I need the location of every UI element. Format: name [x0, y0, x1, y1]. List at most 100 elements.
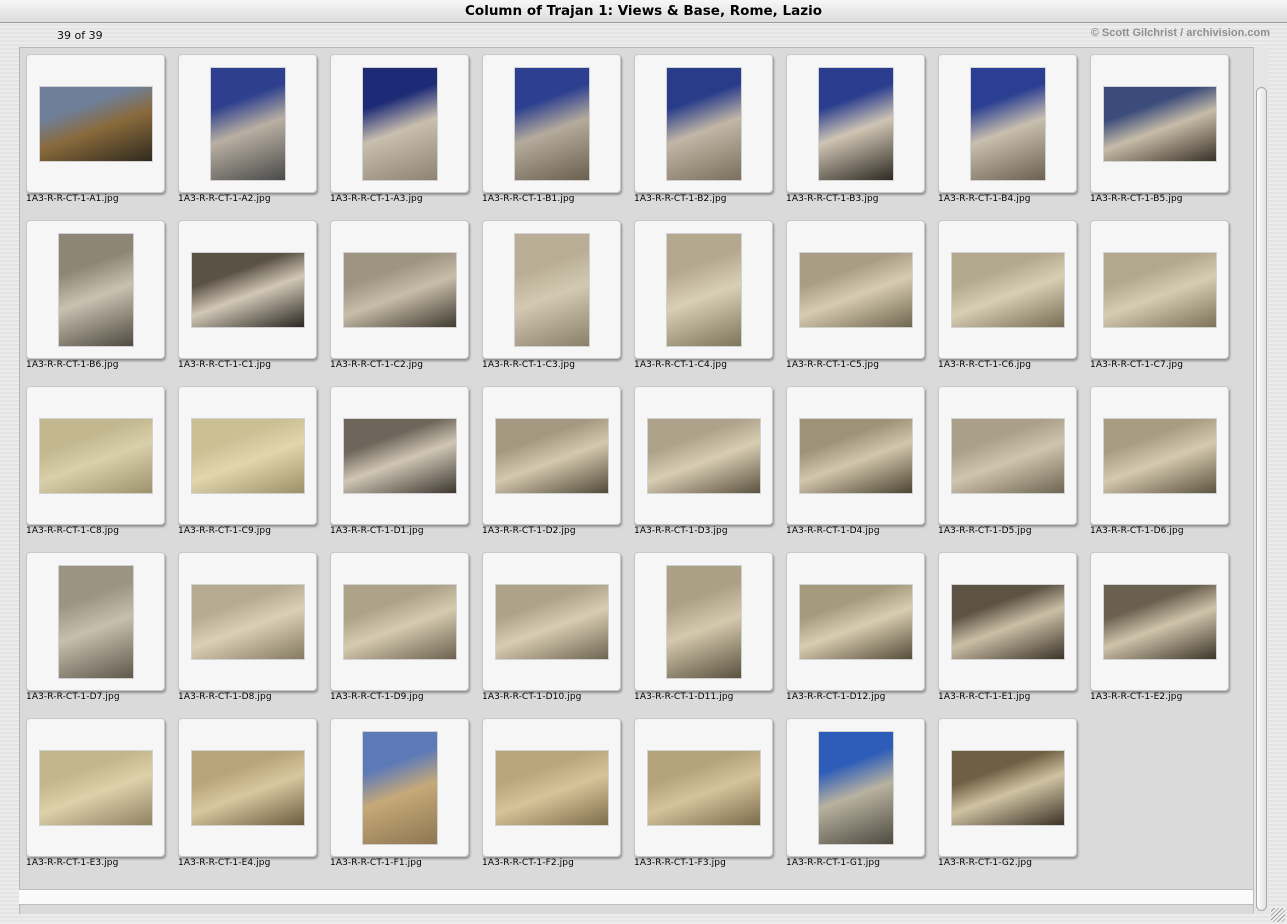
- thumbnail-image[interactable]: [1104, 253, 1216, 327]
- thumbnail-cell[interactable]: 1A3-R-R-CT-1-E3.jpg: [26, 718, 166, 878]
- thumbnail-image[interactable]: [40, 87, 152, 161]
- thumbnail-image[interactable]: [192, 585, 304, 659]
- thumbnail-cell[interactable]: 1A3-R-R-CT-1-D3.jpg: [634, 386, 774, 546]
- thumbnail-image[interactable]: [515, 234, 589, 346]
- thumbnail-cell[interactable]: 1A3-R-R-CT-1-D11.jpg: [634, 552, 774, 712]
- thumbnail-cell[interactable]: 1A3-R-R-CT-1-C9.jpg: [178, 386, 318, 546]
- vertical-scrollbar[interactable]: [1253, 47, 1269, 913]
- thumbnail-image[interactable]: [59, 566, 133, 678]
- thumbnail-cell[interactable]: 1A3-R-R-CT-1-C2.jpg: [330, 220, 470, 380]
- slide-mount[interactable]: [1090, 54, 1229, 193]
- slide-mount[interactable]: [634, 386, 773, 525]
- thumbnail-image[interactable]: [192, 419, 304, 493]
- slide-mount[interactable]: [634, 552, 773, 691]
- slide-mount[interactable]: [26, 718, 165, 857]
- slide-mount[interactable]: [26, 552, 165, 691]
- thumbnail-cell[interactable]: 1A3-R-R-CT-1-B5.jpg: [1090, 54, 1230, 214]
- thumbnail-cell[interactable]: 1A3-R-R-CT-1-D12.jpg: [786, 552, 926, 712]
- thumbnail-image[interactable]: [344, 253, 456, 327]
- thumbnail-image[interactable]: [192, 751, 304, 825]
- thumbnail-image[interactable]: [952, 751, 1064, 825]
- thumbnail-cell[interactable]: 1A3-R-R-CT-1-D7.jpg: [26, 552, 166, 712]
- thumbnail-image[interactable]: [363, 732, 437, 844]
- slide-mount[interactable]: [178, 718, 317, 857]
- thumbnail-image[interactable]: [1104, 87, 1216, 161]
- resize-grip-icon[interactable]: [1271, 908, 1285, 922]
- slide-mount[interactable]: [26, 220, 165, 359]
- thumbnail-image[interactable]: [819, 732, 893, 844]
- thumbnail-image[interactable]: [515, 68, 589, 180]
- slide-mount[interactable]: [330, 552, 469, 691]
- thumbnail-cell[interactable]: 1A3-R-R-CT-1-C1.jpg: [178, 220, 318, 380]
- slide-mount[interactable]: [634, 718, 773, 857]
- slide-mount[interactable]: [482, 552, 621, 691]
- thumbnail-image[interactable]: [800, 253, 912, 327]
- thumbnail-image[interactable]: [1104, 585, 1216, 659]
- slide-mount[interactable]: [482, 54, 621, 193]
- thumbnail-image[interactable]: [40, 751, 152, 825]
- slide-mount[interactable]: [482, 386, 621, 525]
- thumbnail-cell[interactable]: 1A3-R-R-CT-1-B1.jpg: [482, 54, 622, 214]
- slide-mount[interactable]: [178, 54, 317, 193]
- thumbnail-cell[interactable]: 1A3-R-R-CT-1-B4.jpg: [938, 54, 1078, 214]
- slide-mount[interactable]: [786, 54, 925, 193]
- thumbnail-cell[interactable]: 1A3-R-R-CT-1-C4.jpg: [634, 220, 774, 380]
- thumbnail-image[interactable]: [952, 419, 1064, 493]
- thumbnail-image[interactable]: [496, 585, 608, 659]
- thumbnail-cell[interactable]: 1A3-R-R-CT-1-D4.jpg: [786, 386, 926, 546]
- horizontal-scrollbar[interactable]: [19, 889, 1253, 905]
- thumbnail-image[interactable]: [648, 419, 760, 493]
- thumbnail-image[interactable]: [800, 419, 912, 493]
- thumbnail-image[interactable]: [363, 68, 437, 180]
- slide-mount[interactable]: [1090, 552, 1229, 691]
- slide-mount[interactable]: [26, 54, 165, 193]
- thumbnail-cell[interactable]: 1A3-R-R-CT-1-F2.jpg: [482, 718, 622, 878]
- slide-mount[interactable]: [330, 220, 469, 359]
- slide-mount[interactable]: [938, 386, 1077, 525]
- slide-mount[interactable]: [482, 718, 621, 857]
- slide-mount[interactable]: [178, 552, 317, 691]
- thumbnail-image[interactable]: [667, 566, 741, 678]
- thumbnail-cell[interactable]: 1A3-R-R-CT-1-D5.jpg: [938, 386, 1078, 546]
- thumbnail-cell[interactable]: 1A3-R-R-CT-1-F3.jpg: [634, 718, 774, 878]
- thumbnail-cell[interactable]: 1A3-R-R-CT-1-E1.jpg: [938, 552, 1078, 712]
- thumbnail-cell[interactable]: 1A3-R-R-CT-1-B2.jpg: [634, 54, 774, 214]
- slide-mount[interactable]: [786, 386, 925, 525]
- thumbnail-cell[interactable]: 1A3-R-R-CT-1-C3.jpg: [482, 220, 622, 380]
- slide-mount[interactable]: [938, 718, 1077, 857]
- thumbnail-cell[interactable]: 1A3-R-R-CT-1-B6.jpg: [26, 220, 166, 380]
- thumbnail-image[interactable]: [648, 751, 760, 825]
- thumbnail-image[interactable]: [667, 68, 741, 180]
- slide-mount[interactable]: [634, 220, 773, 359]
- thumbnail-cell[interactable]: 1A3-R-R-CT-1-C5.jpg: [786, 220, 926, 380]
- slide-mount[interactable]: [938, 552, 1077, 691]
- slide-mount[interactable]: [178, 220, 317, 359]
- thumbnail-image[interactable]: [667, 234, 741, 346]
- thumbnail-cell[interactable]: 1A3-R-R-CT-1-D9.jpg: [330, 552, 470, 712]
- slide-mount[interactable]: [482, 220, 621, 359]
- thumbnail-image[interactable]: [344, 585, 456, 659]
- slide-mount[interactable]: [330, 54, 469, 193]
- thumbnail-image[interactable]: [1104, 419, 1216, 493]
- thumbnail-image[interactable]: [800, 585, 912, 659]
- thumbnail-cell[interactable]: 1A3-R-R-CT-1-D10.jpg: [482, 552, 622, 712]
- slide-mount[interactable]: [1090, 386, 1229, 525]
- thumbnail-cell[interactable]: 1A3-R-R-CT-1-E4.jpg: [178, 718, 318, 878]
- thumbnail-image[interactable]: [59, 234, 133, 346]
- thumbnail-cell[interactable]: 1A3-R-R-CT-1-C8.jpg: [26, 386, 166, 546]
- slide-mount[interactable]: [330, 718, 469, 857]
- thumbnail-image[interactable]: [819, 68, 893, 180]
- thumbnail-image[interactable]: [40, 419, 152, 493]
- thumbnail-cell[interactable]: 1A3-R-R-CT-1-D2.jpg: [482, 386, 622, 546]
- thumbnail-cell[interactable]: 1A3-R-R-CT-1-D8.jpg: [178, 552, 318, 712]
- thumbnail-cell[interactable]: 1A3-R-R-CT-1-A3.jpg: [330, 54, 470, 214]
- slide-mount[interactable]: [786, 220, 925, 359]
- thumbnail-image[interactable]: [971, 68, 1045, 180]
- slide-mount[interactable]: [786, 552, 925, 691]
- thumbnail-image[interactable]: [211, 68, 285, 180]
- slide-mount[interactable]: [938, 220, 1077, 359]
- thumbnail-cell[interactable]: 1A3-R-R-CT-1-D6.jpg: [1090, 386, 1230, 546]
- thumbnail-cell[interactable]: 1A3-R-R-CT-1-B3.jpg: [786, 54, 926, 214]
- thumbnail-cell[interactable]: 1A3-R-R-CT-1-D1.jpg: [330, 386, 470, 546]
- thumbnail-image[interactable]: [344, 419, 456, 493]
